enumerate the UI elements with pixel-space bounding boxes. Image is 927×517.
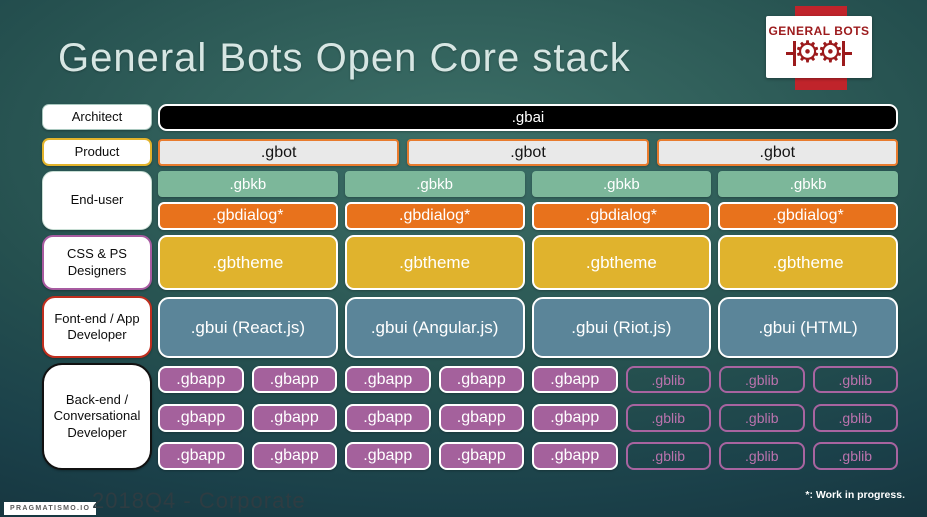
stack-box-gbot: .gbot — [407, 139, 649, 166]
row-gbui: .gbui (React.js) .gbui (Angular.js) .gbu… — [158, 297, 898, 358]
stack-box-gbapp: .gbapp — [438, 404, 524, 432]
logo-gears: ⚙ ⚙ — [786, 36, 852, 70]
stack-box-gbdialog: .gbdialog* — [718, 202, 898, 230]
stack-box-gblib: .gblib — [812, 366, 898, 393]
row-gbapp-gblib-2: .gbapp .gbapp .gbapp .gbapp .gbapp .gbli… — [158, 404, 898, 432]
logo-right-tick — [841, 40, 852, 66]
stack-box-gbapp: .gbapp — [438, 442, 524, 470]
stack-box-gbapp: .gbapp — [345, 366, 431, 393]
stack-box-gbui-angular: .gbui (Angular.js) — [344, 297, 525, 358]
role-label-architect: Architect — [42, 104, 152, 130]
stack-box-gblib: .gblib — [812, 442, 898, 470]
stack-box-gblib: .gblib — [812, 404, 898, 432]
role-label-product: Product — [42, 138, 152, 166]
stack-box-gbapp: .gbapp — [251, 366, 337, 393]
role-label-frontend-app-developer: Font-end / App Developer — [42, 296, 152, 358]
stack-box-gbkb: .gbkb — [531, 171, 712, 197]
stack-box-gbtheme: .gbtheme — [344, 235, 525, 290]
stack-box-gbapp: .gbapp — [158, 366, 244, 393]
row-gbtheme: .gbtheme .gbtheme .gbtheme .gbtheme — [158, 235, 898, 290]
row-gbapp-gblib-1: .gbapp .gbapp .gbapp .gbapp .gbapp .gbli… — [158, 366, 898, 393]
stack-box-gblib: .gblib — [719, 404, 805, 432]
stack-box-gbapp: .gbapp — [251, 404, 337, 432]
row-gbapp-gblib-3: .gbapp .gbapp .gbapp .gbapp .gbapp .gbli… — [158, 442, 898, 470]
pragmatismo-logo: PRAGMATISMO.IO — [4, 502, 97, 515]
stack-box-gbot: .gbot — [158, 139, 400, 166]
stack-box-gbapp: .gbapp — [158, 404, 244, 432]
stack-box-gbdialog: .gbdialog* — [344, 202, 525, 230]
stack-box-gbapp: .gbapp — [345, 442, 431, 470]
stack-box-gbtheme: .gbtheme — [531, 235, 712, 290]
stack-box-gblib: .gblib — [625, 442, 711, 470]
gear-icon: ⚙ — [817, 35, 844, 70]
stack-box-gbapp: .gbapp — [251, 442, 337, 470]
stack-box-gbdialog: .gbdialog* — [158, 202, 338, 230]
stack-box-gbapp: .gbapp — [345, 404, 431, 432]
stack-box-gbot: .gbot — [656, 139, 898, 166]
stack-box-gblib: .gblib — [625, 366, 711, 393]
stack-box-gbapp: .gbapp — [438, 366, 524, 393]
footer-caption: 2018Q4 - Corporate — [92, 488, 306, 513]
stack-box-gbkb: .gbkb — [158, 171, 338, 197]
row-gbdialog: .gbdialog* .gbdialog* .gbdialog* .gbdial… — [158, 202, 898, 230]
row-gbai: .gbai — [158, 104, 898, 131]
work-in-progress-note: *: Work in progress. — [805, 489, 905, 501]
stack-box-gbui-react: .gbui (React.js) — [158, 297, 338, 358]
logo-left-tick — [786, 40, 797, 66]
stack-box-gbtheme: .gbtheme — [718, 235, 898, 290]
stack-box-gbtheme: .gbtheme — [158, 235, 338, 290]
stack-box-gbapp: .gbapp — [532, 442, 618, 470]
stack-box-gbapp: .gbapp — [532, 366, 618, 393]
stack-box-gbdialog: .gbdialog* — [531, 202, 712, 230]
stack-box-gbui-riot: .gbui (Riot.js) — [531, 297, 712, 358]
row-gbot: .gbot .gbot .gbot — [158, 139, 898, 166]
role-label-end-user: End-user — [42, 171, 152, 230]
row-gbkb: .gbkb .gbkb .gbkb .gbkb — [158, 171, 898, 197]
stack-box-gbkb: .gbkb — [718, 171, 898, 197]
role-label-css-ps-designers: CSS & PS Designers — [42, 235, 152, 290]
general-bots-logo: GENERAL BOTS ⚙ ⚙ — [766, 16, 872, 78]
page-title: General Bots Open Core stack — [58, 36, 631, 80]
stack-box-gbapp: .gbapp — [158, 442, 244, 470]
stack-box-gblib: .gblib — [719, 366, 805, 393]
stack-box-gblib: .gblib — [625, 404, 711, 432]
stack-box-gbkb: .gbkb — [344, 171, 525, 197]
role-label-backend-conversational-developer: Back-end / Conversational Developer — [42, 363, 152, 470]
stack-box-gbapp: .gbapp — [532, 404, 618, 432]
stack-box-gbai: .gbai — [158, 104, 898, 131]
slide: General Bots Open Core stack GENERAL BOT… — [0, 0, 927, 517]
stack-box-gbui-html: .gbui (HTML) — [718, 297, 898, 358]
stack-box-gblib: .gblib — [719, 442, 805, 470]
